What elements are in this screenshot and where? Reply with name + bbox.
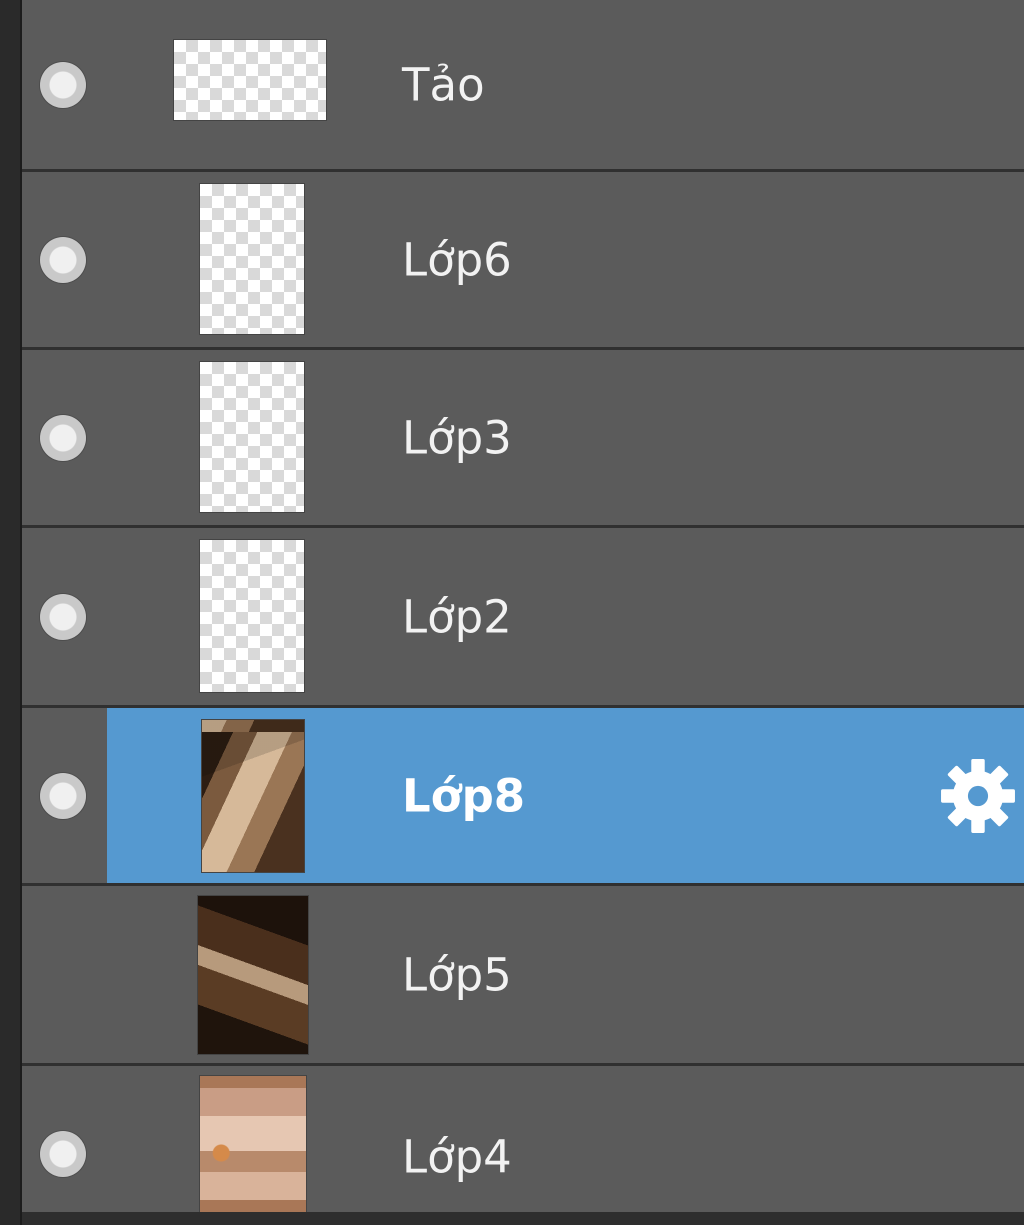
layers-panel: Tảo Lớp6 Lớp3 Lớp2 Lớp8 Lớp5 Lớp4	[0, 0, 1024, 1225]
layer-thumbnail	[198, 896, 308, 1054]
layer-thumbnail	[200, 1076, 306, 1216]
layer-row-lop6[interactable]: Lớp6	[22, 172, 1024, 350]
gear-icon[interactable]	[936, 754, 1020, 838]
visibility-toggle-icon[interactable]	[40, 414, 86, 461]
layer-thumbnail	[200, 184, 304, 334]
layer-row-lop2[interactable]: Lớp2	[22, 528, 1024, 708]
visibility-toggle-icon[interactable]	[40, 236, 86, 283]
layer-name: Lớp4	[402, 1130, 512, 1184]
visibility-toggle-icon[interactable]	[40, 772, 86, 819]
layer-row-lop3[interactable]: Lớp3	[22, 350, 1024, 528]
visibility-toggle-icon[interactable]	[40, 1131, 86, 1177]
layer-name: Lớp3	[402, 411, 512, 464]
layer-name: Lớp6	[402, 233, 512, 286]
layer-row-lop4[interactable]: Lớp4	[22, 1066, 1024, 1216]
layer-name: Lớp5	[402, 948, 512, 1001]
layer-thumbnail	[202, 720, 304, 872]
visibility-toggle-icon[interactable]	[40, 61, 86, 108]
layer-row-tao[interactable]: Tảo	[22, 0, 1024, 172]
layer-thumbnail	[200, 540, 304, 692]
layer-row-lop8[interactable]: Lớp8	[22, 708, 1024, 886]
visibility-toggle-icon[interactable]	[40, 593, 86, 640]
layer-name: Lớp2	[402, 590, 512, 643]
layer-thumbnail	[174, 40, 326, 120]
panel-left-edge	[0, 0, 22, 1225]
layer-row-lop5[interactable]: Lớp5	[22, 886, 1024, 1066]
layer-thumbnail	[200, 362, 304, 512]
layer-name: Lớp8	[402, 769, 526, 822]
layer-name: Tảo	[402, 58, 485, 111]
panel-bottom-edge	[22, 1212, 1024, 1225]
